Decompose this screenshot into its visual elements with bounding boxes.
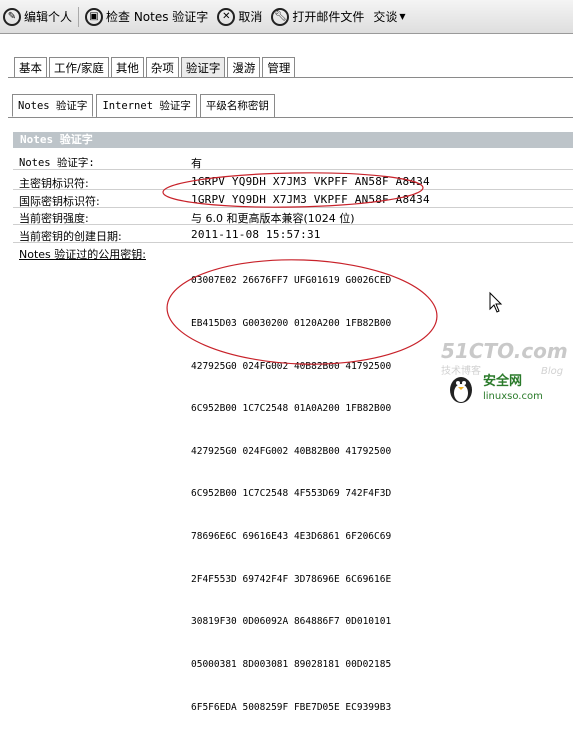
open-mail-file-label: 打开邮件文件: [292, 10, 365, 24]
cancel-label: 取消: [238, 10, 263, 24]
cancel-button[interactable]: ✕ 取消: [217, 4, 262, 30]
mouse-cursor-icon: [489, 291, 503, 313]
site-watermark-logo: 51CTO.com 技术博客 Blog 安全网 linuxso.com: [441, 339, 568, 403]
field-value: 与 6.0 和更高版本兼容(1024 位): [191, 212, 355, 225]
svg-text:Blog: Blog: [541, 366, 563, 377]
field-row-key-strength: 当前密钥强度: 与 6.0 和更高版本兼容(1024 位): [13, 208, 573, 225]
toolbar-divider: [78, 6, 80, 27]
close-icon: ✕: [217, 7, 236, 26]
field-row-key-created-date: 当前密钥的创建日期: 2011-11-08 15:57:31: [13, 226, 573, 243]
field-row-notes-certificate: Notes 验证字: 有: [13, 153, 573, 170]
tab-notes-certificates[interactable]: Notes 验证字: [12, 94, 94, 117]
field-label: 国际密钥标识符:: [19, 195, 100, 208]
public-key-line: 03007E02 26676FF7 UFG01619 G0026CED: [191, 275, 392, 287]
field-value: 有: [191, 157, 202, 170]
field-value: 1GRPV YQ9DH X7JM3 VKPFF AN58F A8434: [191, 193, 430, 206]
edit-personal-button[interactable]: ✎ 编辑个人: [3, 4, 72, 30]
pencil-icon: ✎: [3, 7, 21, 26]
field-label: 当前密钥的创建日期:: [19, 230, 122, 243]
action-toolbar: ✎ 编辑个人 ▣ 检查 Notes 验证字 ✕ 取消 🔧︎ 打开邮件文件 交谈 …: [0, 0, 573, 34]
dropdown-arrow-icon: ▼: [399, 12, 406, 21]
tab-roaming[interactable]: 漫游: [227, 57, 261, 78]
top-tab-divider: [8, 77, 573, 78]
tab-flat-name-keys[interactable]: 平级名称密钥: [199, 94, 275, 117]
field-label: Notes 验证过的公用密钥:: [19, 248, 146, 261]
check-notes-id-button[interactable]: ▣ 检查 Notes 验证字: [85, 4, 208, 30]
public-key-line: 30819F30 0D06092A 864886F7 0D010101: [191, 616, 392, 628]
public-key-line: 05000381 8D003081 89028181 00D02185: [191, 658, 392, 670]
field-row-primary-key-id: 主密钥标识符: 1GRPV YQ9DH X7JM3 VKPFF AN58F A8…: [13, 173, 573, 190]
field-row-international-key-id: 国际密钥标识符: 1GRPV YQ9DH X7JM3 VKPFF AN58F A…: [13, 191, 573, 208]
edit-personal-label: 编辑个人: [24, 10, 73, 24]
check-notes-id-label: 检查 Notes 验证字: [106, 10, 209, 24]
public-key-line: 2F4F553D 69742F4F 3D78696E 6C69616E: [191, 573, 392, 585]
public-key-block: 03007E02 26676FF7 UFG01619 G0026CED EB41…: [191, 246, 391, 729]
tab-other[interactable]: 其他: [110, 57, 144, 78]
tab-internet-certificates[interactable]: Internet 验证字: [96, 94, 197, 117]
tab-work-home[interactable]: 工作/家庭: [49, 57, 109, 78]
field-label: 主密钥标识符:: [19, 177, 89, 190]
sub-tab-bar: Notes 验证字 Internet 验证字 平级名称密钥: [12, 94, 278, 117]
svg-text:51CTO.com: 51CTO.com: [441, 339, 568, 363]
field-label: Notes 验证字:: [19, 157, 95, 169]
open-mail-file-button[interactable]: 🔧︎ 打开邮件文件: [271, 4, 364, 30]
svg-text:安全网: 安全网: [483, 373, 522, 389]
tab-certificates[interactable]: 验证字: [180, 57, 226, 78]
interop-menu-button[interactable]: 交谈 ▼: [373, 4, 405, 30]
section-title: Notes 验证字: [13, 132, 573, 148]
top-tab-bar: 基本 工作/家庭 其他 杂项 验证字 漫游 管理: [14, 57, 297, 78]
tab-administration[interactable]: 管理: [262, 57, 296, 78]
sub-tab-divider: [8, 117, 573, 118]
id-card-icon: ▣: [85, 7, 104, 26]
field-value: 1GRPV YQ9DH X7JM3 VKPFF AN58F A8434: [191, 175, 430, 188]
field-value: 2011-11-08 15:57:31: [191, 228, 321, 241]
public-key-line: 6C952B00 1C7C2548 4F553D69 742F4F3D: [191, 488, 392, 500]
field-label: 当前密钥强度:: [19, 212, 89, 225]
wrench-icon: 🔧︎: [271, 7, 290, 26]
public-key-line: 427925G0 024FG002 40B82B00 41792500: [191, 360, 392, 372]
tab-misc[interactable]: 杂项: [145, 57, 179, 78]
public-key-line: EB415D03 G0030200 0120A200 1FB82B00: [191, 318, 392, 330]
public-key-line: 427925G0 024FG002 40B82B00 41792500: [191, 445, 392, 457]
svg-text:技术博客: 技术博客: [441, 364, 481, 377]
svg-text:linuxso.com: linuxso.com: [483, 391, 543, 402]
public-key-line: 6F5F6EDA 5008259F FBE7D05E EC9399B3: [191, 701, 392, 713]
public-key-line: 78696E6C 69616E43 4E3D6861 6F206C69: [191, 531, 392, 543]
scrolled-header-strip: ▔▔ ▔▔ ▔▔▔▔▔▔▔▔▔▔▔▔▔▔▔▔ ▔▔▔▔▔▔▔▔▔▔▔▔▔▔▔▔ …: [0, 34, 398, 44]
tab-basic[interactable]: 基本: [14, 57, 47, 78]
public-key-line: 6C952B00 1C7C2548 01A0A200 1FB82B00: [191, 403, 392, 415]
interop-label: 交谈: [373, 10, 398, 24]
